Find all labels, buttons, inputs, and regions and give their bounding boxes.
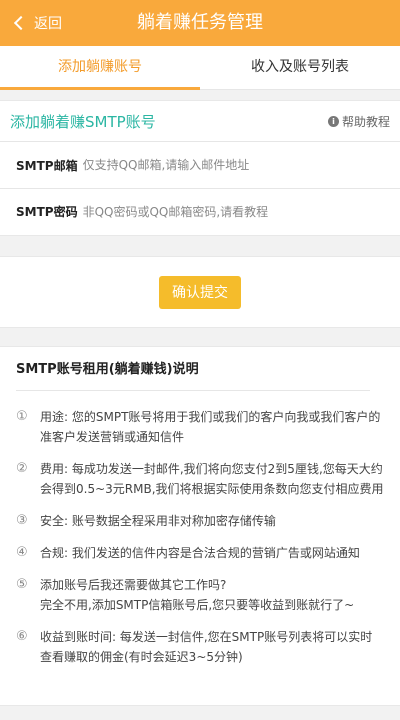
email-field[interactable] bbox=[82, 158, 384, 172]
back-label: 返回 bbox=[34, 16, 62, 32]
help-label: 帮助教程 bbox=[341, 114, 390, 129]
submit-panel: 确认提交 bbox=[0, 256, 400, 328]
list-item: ④ 合规: 我们发送的信件内容是合法合规的营销广告或网站通知 bbox=[16, 543, 384, 563]
item-number: ③ bbox=[16, 513, 28, 528]
item-text: 添加账号后我还需要做其它工作吗? 完全不用,添加SMTP信箱账号后,您只要等收益到… bbox=[40, 575, 384, 615]
item-text: 费用: 每成功发送一封邮件,我们将向您支付2到5厘钱,您每天大约会得到0.5~3… bbox=[40, 459, 384, 499]
list-item: ② 费用: 每成功发送一封邮件,我们将向您支付2到5厘钱,您每天大约会得到0.5~… bbox=[16, 459, 384, 499]
list-item: ① 用途: 您的SMPT账号将用于我们或我们的客户向我或我们客户的准客户发送营销或… bbox=[16, 407, 384, 447]
email-row: SMTP邮箱 bbox=[0, 142, 400, 188]
item-number: ④ bbox=[16, 545, 28, 560]
explanation-title: SMTP账号租用(躺着赚钱)说明 bbox=[16, 347, 370, 391]
form-header: 添加躺着赚SMTP账号 i 帮助教程 bbox=[0, 101, 400, 142]
explanation-list: ① 用途: 您的SMPT账号将用于我们或我们的客户向我或我们客户的准客户发送营销或… bbox=[16, 407, 384, 667]
item-text: 安全: 账号数据全程采用非对称加密存储传输 bbox=[40, 511, 384, 531]
item-text: 收益到账时间: 每发送一封信件,您在SMTP账号列表将可以实时查看赚取的佣金(有… bbox=[40, 627, 384, 667]
help-link[interactable]: i 帮助教程 bbox=[327, 113, 390, 130]
item-text-line: 添加账号后我还需要做其它工作吗? bbox=[40, 578, 227, 592]
list-item: ⑥ 收益到账时间: 每发送一封信件,您在SMTP账号列表将可以实时查看赚取的佣金(… bbox=[16, 627, 384, 667]
item-number: ⑤ bbox=[16, 577, 28, 592]
back-button[interactable]: 返回 bbox=[13, 0, 62, 46]
explanation-panel: SMTP账号租用(躺着赚钱)说明 ① 用途: 您的SMPT账号将用于我们或我们的客… bbox=[0, 346, 400, 706]
password-row: SMTP密码 bbox=[0, 188, 400, 234]
add-account-form: 添加躺着赚SMTP账号 i 帮助教程 SMTP邮箱 SMTP密码 bbox=[0, 100, 400, 236]
submit-button[interactable]: 确认提交 bbox=[159, 275, 241, 309]
item-text-line: 费用: 每成功发送一封邮件,我们将向您支付2到5厘钱,您每天大约会得到0.5~3… bbox=[40, 462, 384, 496]
list-item: ③ 安全: 账号数据全程采用非对称加密存储传输 bbox=[16, 511, 384, 531]
info-icon: i bbox=[327, 115, 339, 127]
password-label: SMTP密码 bbox=[16, 205, 78, 219]
item-number: ② bbox=[16, 461, 28, 476]
item-text-line: 安全: 账号数据全程采用非对称加密存储传输 bbox=[40, 514, 276, 528]
tab-add-account[interactable]: 添加躺赚账号 bbox=[0, 46, 200, 90]
item-text-line: 收益到账时间: 每发送一封信件,您在SMTP账号列表将可以实时查看赚取的佣金(有… bbox=[40, 630, 373, 664]
email-label: SMTP邮箱 bbox=[16, 158, 78, 173]
tab-income-list[interactable]: 收入及账号列表 bbox=[200, 46, 400, 89]
chevron-left-icon bbox=[13, 15, 29, 31]
item-text-line: 合规: 我们发送的信件内容是合法合规的营销广告或网站通知 bbox=[40, 546, 360, 560]
item-text: 合规: 我们发送的信件内容是合法合规的营销广告或网站通知 bbox=[40, 543, 384, 563]
list-item: ⑤ 添加账号后我还需要做其它工作吗? 完全不用,添加SMTP信箱账号后,您只要等收益… bbox=[16, 575, 384, 615]
tab-bar: 添加躺赚账号 收入及账号列表 bbox=[0, 46, 400, 90]
form-title: 添加躺着赚SMTP账号 bbox=[10, 112, 156, 131]
password-field[interactable] bbox=[82, 204, 384, 219]
item-text: 用途: 您的SMPT账号将用于我们或我们的客户向我或我们客户的准客户发送营销或通… bbox=[40, 407, 384, 447]
item-text-line: 完全不用,添加SMTP信箱账号后,您只要等收益到账就行了~ bbox=[40, 598, 355, 612]
top-bar: 返回 躺着赚任务管理 bbox=[0, 0, 400, 46]
item-number: ⑥ bbox=[16, 629, 28, 644]
item-text-line: 用途: 您的SMPT账号将用于我们或我们的客户向我或我们客户的准客户发送营销或通… bbox=[40, 410, 381, 444]
item-number: ① bbox=[16, 409, 28, 424]
